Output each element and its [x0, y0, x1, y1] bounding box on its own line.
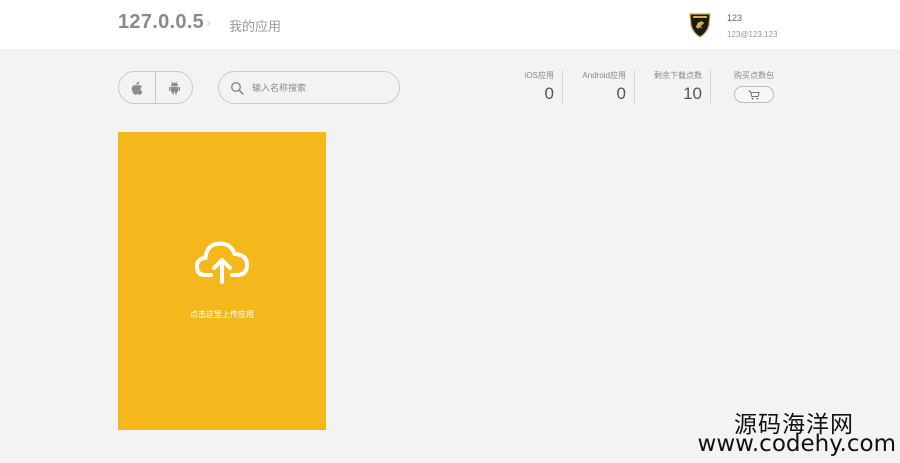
stat-android-apps: Android应用 0 [566, 70, 626, 104]
upload-app-label: 点击这里上传应用 [190, 310, 254, 319]
stat-value: 10 [683, 84, 702, 103]
stat-divider [710, 70, 711, 103]
upload-app-card[interactable]: 点击这里上传应用 [118, 132, 326, 430]
android-icon [168, 80, 180, 95]
cloud-upload-icon [195, 241, 249, 284]
watermark: 源码海洋网 www.codehy.com [698, 405, 896, 457]
lamborghini-logo-icon[interactable] [689, 12, 711, 38]
ios-filter-button[interactable] [119, 72, 155, 103]
search-input[interactable] [252, 82, 392, 93]
search-box [218, 71, 400, 104]
cart-icon [748, 90, 760, 99]
watermark-url: www.codehy.com [697, 431, 896, 457]
stat-label: 剩余下载点数 [654, 71, 702, 80]
user-name[interactable]: 123 [727, 13, 742, 23]
search-icon[interactable] [230, 81, 244, 95]
buy-points-label: 购买点数包 [734, 71, 774, 80]
breadcrumb-current[interactable]: 我的应用 [229, 16, 281, 35]
stat-value: 0 [544, 84, 554, 103]
stat-ios-apps: iOS应用 0 [500, 70, 554, 104]
apple-icon [131, 81, 143, 95]
platform-filter [118, 71, 193, 104]
top-bar: 127.0.0.5 › 我的应用 123 123@123.123 [0, 0, 900, 49]
stat-label: iOS应用 [524, 71, 554, 80]
stat-divider [562, 70, 563, 103]
breadcrumb-chevron-icon: › [206, 14, 211, 30]
stat-label: Android应用 [582, 71, 626, 80]
stat-divider [634, 70, 635, 103]
android-filter-button[interactable] [155, 72, 192, 103]
user-email: 123@123.123 [727, 30, 778, 39]
buy-points: 购买点数包 [733, 70, 775, 103]
buy-points-button[interactable] [734, 86, 774, 103]
stat-value: 0 [616, 84, 626, 103]
stat-remaining-downloads: 剩余下载点数 10 [640, 70, 702, 104]
site-brand[interactable]: 127.0.0.5 [118, 11, 204, 34]
